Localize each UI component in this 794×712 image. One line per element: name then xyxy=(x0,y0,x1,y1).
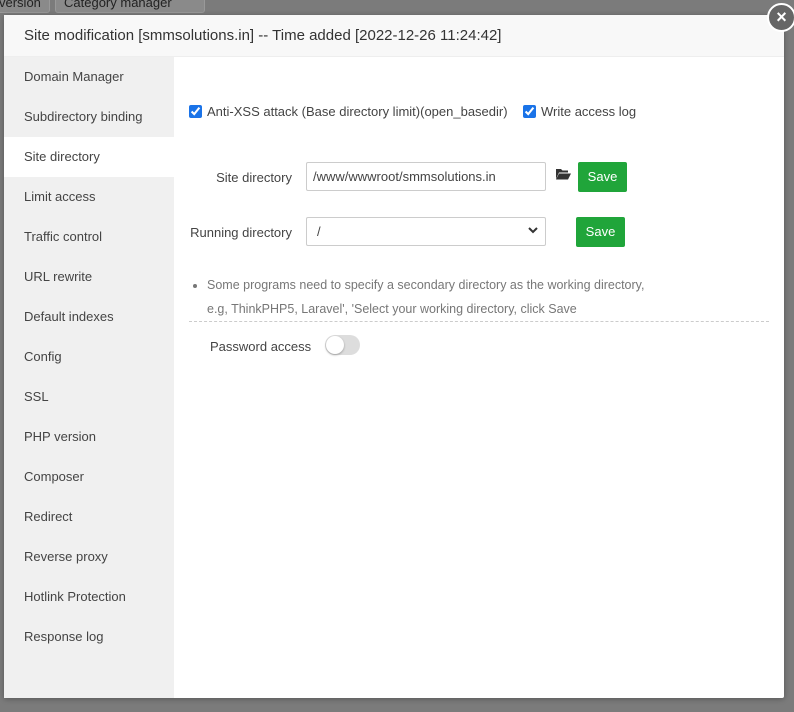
site-modification-dialog: Site modification [smmsolutions.in] -- T… xyxy=(4,15,784,698)
running-directory-select[interactable]: / xyxy=(306,217,546,246)
sidebar-item-redirect[interactable]: Redirect xyxy=(4,497,174,537)
access-log-checkbox[interactable] xyxy=(523,105,536,118)
dialog-title: Site modification [smmsolutions.in] -- T… xyxy=(4,15,784,57)
working-directory-tip: Some programs need to specify a secondar… xyxy=(190,273,644,321)
chevron-down-icon xyxy=(527,224,539,239)
sidebar-item-ssl[interactable]: SSL xyxy=(4,377,174,417)
running-directory-save-button[interactable]: Save xyxy=(576,217,625,247)
tip-line-1: Some programs need to specify a secondar… xyxy=(207,278,645,292)
sidebar-item-site-directory[interactable]: Site directory xyxy=(4,137,174,177)
access-log-option[interactable]: Write access log xyxy=(523,104,636,119)
tip-line-2: e.g, ThinkPHP5, Laravel', 'Select your w… xyxy=(207,302,577,316)
sidebar-item-reverse-proxy[interactable]: Reverse proxy xyxy=(4,537,174,577)
anti-xss-label: Anti-XSS attack (Base directory limit)(o… xyxy=(207,104,508,119)
sidebar-item-domain-manager[interactable]: Domain Manager xyxy=(4,57,174,97)
password-access-toggle[interactable] xyxy=(325,335,360,355)
anti-xss-option[interactable]: Anti-XSS attack (Base directory limit)(o… xyxy=(189,104,508,119)
site-directory-input[interactable]: /www/wwwroot/smmsolutions.in xyxy=(306,162,546,191)
divider xyxy=(189,321,769,322)
sidebar-item-hotlink-protection[interactable]: Hotlink Protection xyxy=(4,577,174,617)
sidebar-item-traffic-control[interactable]: Traffic control xyxy=(4,217,174,257)
running-directory-label: Running directory xyxy=(190,225,292,240)
sidebar-item-composer[interactable]: Composer xyxy=(4,457,174,497)
close-dialog-button[interactable]: × xyxy=(767,3,794,32)
access-log-label: Write access log xyxy=(541,104,637,119)
site-directory-save-button[interactable]: Save xyxy=(578,162,627,192)
sidebar-item-default-indexes[interactable]: Default indexes xyxy=(4,297,174,337)
sidebar-item-php-version[interactable]: PHP version xyxy=(4,417,174,457)
sidebar-item-limit-access[interactable]: Limit access xyxy=(4,177,174,217)
password-access-label: Password access xyxy=(210,339,312,354)
site-directory-label: Site directory xyxy=(216,170,292,185)
folder-open-icon[interactable] xyxy=(555,167,571,184)
sidebar-item-url-rewrite[interactable]: URL rewrite xyxy=(4,257,174,297)
sidebar-item-config[interactable]: Config xyxy=(4,337,174,377)
bg-version-button: version xyxy=(0,0,50,13)
running-directory-value: / xyxy=(317,224,321,239)
sidebar: Domain Manager Subdirectory binding Site… xyxy=(4,57,174,698)
site-directory-panel: Anti-XSS attack (Base directory limit)(o… xyxy=(174,57,784,698)
sidebar-item-response-log[interactable]: Response log xyxy=(4,617,174,657)
bg-category-manager-button: Category manager xyxy=(55,0,205,13)
anti-xss-checkbox[interactable] xyxy=(189,105,202,118)
sidebar-item-subdirectory-binding[interactable]: Subdirectory binding xyxy=(4,97,174,137)
